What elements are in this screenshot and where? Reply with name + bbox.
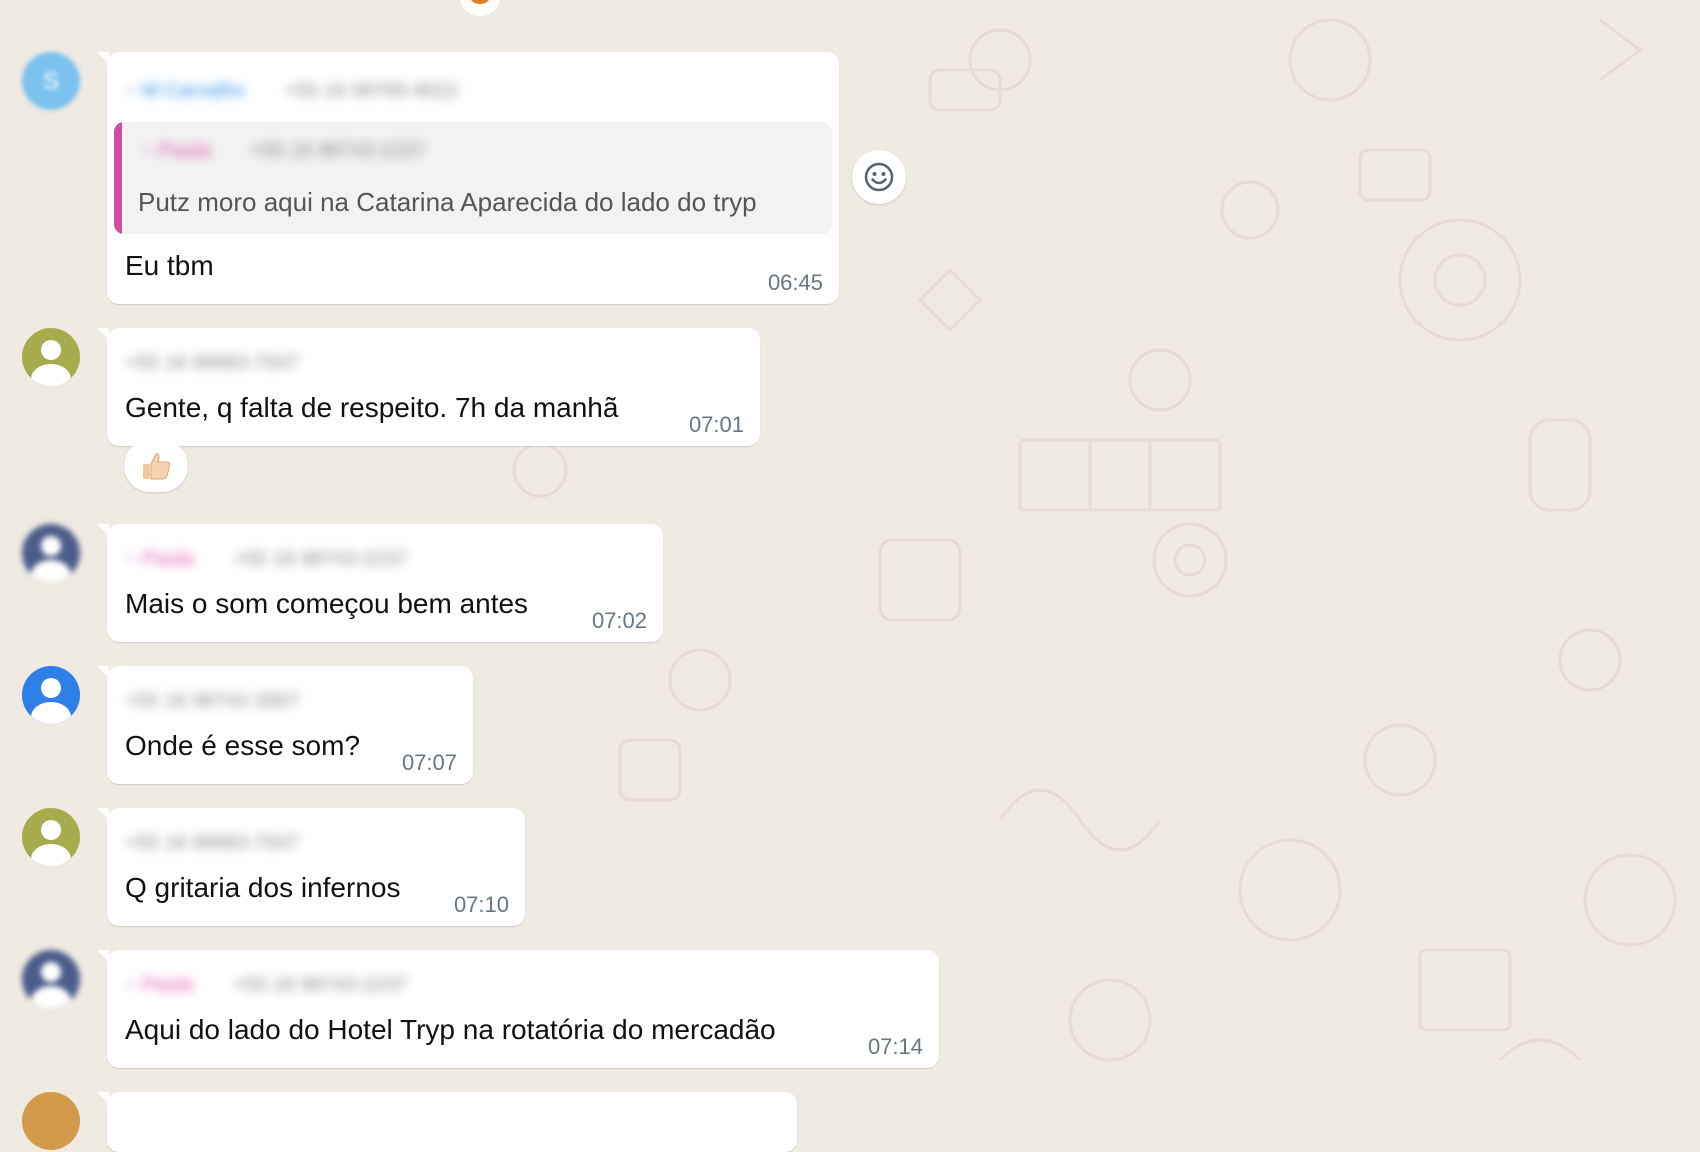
message-time: 07:01 (688, 412, 744, 437)
sender-phone: +55 16 98743-2237 (233, 548, 408, 570)
sender-phone: +55 16 99765-9022 (284, 80, 459, 102)
message-text: Q gritaria dos infernos (125, 872, 401, 903)
message-bubble[interactable]: +55 16 99983-7047 Q gritaria dos inferno… (97, 808, 525, 926)
sender-phone: +55 16 99983-7047 (125, 352, 300, 374)
message-time: 07:02 (591, 608, 647, 633)
quote-text: Putz moro aqui na Catarina Aparecida do … (138, 187, 757, 217)
sender-label: ~ Paula +55 16 98743-2237 (125, 548, 407, 570)
message-reaction[interactable] (124, 440, 188, 492)
sender-avatar[interactable] (22, 950, 80, 1008)
message-text: Onde é esse som? (125, 730, 361, 761)
thumbs-up-icon (143, 453, 171, 480)
smiley-icon (864, 162, 894, 192)
message-bubble[interactable]: +55 16 98742-3007 Onde é esse som? 07:07 (97, 666, 473, 784)
message-bubble[interactable]: ~ Paula +55 16 98743-2237 Aqui do lado do… (97, 950, 939, 1068)
message-bubble[interactable]: ~ M Carvalho +55 16 99765-9022 ~ Paula +55… (97, 52, 839, 304)
message-time: 07:14 (867, 1034, 923, 1059)
sender-avatar[interactable] (22, 808, 80, 866)
quote-author: ~ Paula +55 16 98743-2237 (142, 140, 425, 162)
message-text: Aqui do lado do Hotel Tryp na rotatória … (125, 1014, 776, 1045)
message-bubble[interactable]: ~ Paula +55 16 98743-2237 Mais o som come… (97, 524, 663, 642)
message-bubble-partial[interactable] (97, 1092, 797, 1152)
sender-label: ~ M Carvalho +55 16 99765-9022 (125, 80, 459, 102)
react-button[interactable] (852, 150, 906, 204)
top-partial-avatar (460, 0, 500, 16)
sender-avatar[interactable] (22, 328, 80, 386)
sender-name: ~ Paula (125, 974, 194, 996)
sender-avatar[interactable] (22, 666, 80, 724)
sender-avatar[interactable] (22, 524, 80, 582)
sender-phone: +55 16 98743-2237 (233, 974, 408, 996)
sender-phone: +55 16 99983-7047 (125, 832, 300, 854)
quote-accent-bar (114, 122, 122, 234)
sender-label: +55 16 99983-7047 (125, 352, 299, 374)
sender-phone: +55 16 98742-3007 (125, 690, 300, 712)
sender-label: +55 16 98742-3007 (125, 690, 299, 712)
quoted-message[interactable]: ~ Paula +55 16 98743-2237 Putz moro aqui … (114, 122, 832, 234)
sender-name: ~ Paula (125, 548, 194, 570)
sender-avatar[interactable]: S (22, 52, 80, 110)
message-text: Eu tbm (125, 250, 214, 281)
sender-name: ~ M Carvalho (125, 80, 245, 102)
sender-label: ~ Paula +55 16 98743-2237 (125, 974, 407, 996)
message-text: Gente, q falta de respeito. 7h da manhã (125, 392, 619, 423)
sender-avatar[interactable] (22, 1092, 80, 1150)
message-time: 07:10 (453, 892, 509, 917)
message-bubble[interactable]: +55 16 99983-7047 Gente, q falta de resp… (97, 328, 760, 446)
message-time: 06:45 (767, 270, 823, 295)
message-time: 07:07 (401, 750, 457, 775)
message-text: Mais o som começou bem antes (125, 588, 529, 619)
sender-label: +55 16 99983-7047 (125, 832, 299, 854)
